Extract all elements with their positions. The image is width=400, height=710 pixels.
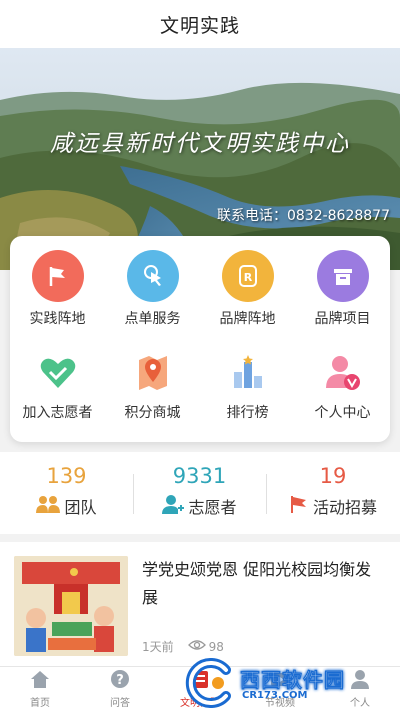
grid-item-points-mall[interactable]: 积分商城 — [105, 348, 200, 422]
eye-icon — [187, 639, 206, 654]
stat-teams[interactable]: 139 团队 — [0, 452, 133, 534]
grid-label: 积分商城 — [124, 405, 181, 421]
stat-value: 9331 — [172, 464, 227, 488]
page-title: 文明实践 — [159, 14, 240, 37]
grid-item-order-service[interactable]: 点单服务 — [105, 250, 200, 328]
watermark-text: 西西软件园 — [240, 668, 345, 693]
bar-chart-icon — [224, 348, 272, 396]
watermark-sub: CR173.COM — [242, 690, 308, 701]
red-flag-icon — [289, 494, 309, 518]
flag-icon — [31, 250, 84, 302]
box-icon — [316, 250, 369, 302]
handshake-heart-icon — [34, 348, 82, 396]
grid-label: 个人中心 — [314, 405, 371, 421]
stat-recruitment[interactable]: 19 活动招募 — [266, 452, 400, 534]
team-icon — [36, 494, 61, 518]
watermark-logo: 西西软件园 CR173.COM — [178, 658, 392, 708]
badge-r-icon: R — [221, 250, 274, 302]
grid-label: 实践阵地 — [29, 311, 86, 327]
tab-home[interactable]: 首页 — [0, 669, 80, 709]
stats-bar: 139 团队 9331 志愿者 19 活动招募 — [0, 452, 400, 534]
app-header: 文明实践 — [0, 0, 400, 48]
tap-icon — [126, 250, 179, 302]
stat-volunteers[interactable]: 9331 志愿者 — [133, 452, 266, 534]
svg-text:R: R — [243, 271, 252, 284]
news-title: 学党史颂党恩 促阳光校园均衡发展 — [142, 560, 372, 607]
grid-item-brand-project[interactable]: 品牌项目 — [295, 250, 390, 328]
grid-label: 加入志愿者 — [22, 405, 93, 421]
stat-value: 139 — [46, 464, 87, 488]
views-count: 98 — [208, 639, 224, 654]
banner-title: 咸远县新时代文明实践中心 — [50, 131, 350, 157]
stat-value: 19 — [319, 464, 347, 488]
grid-item-brand-base[interactable]: R 品牌阵地 — [200, 250, 295, 328]
news-meta: 1天前 98 — [142, 638, 224, 655]
question-icon: ? — [110, 669, 130, 693]
svg-text:?: ? — [116, 673, 124, 688]
grid-label: 品牌项目 — [314, 311, 371, 327]
grid-label: 排行榜 — [226, 405, 269, 421]
service-grid: 实践阵地 点单服务 R 品牌阵地 品牌项目 加入志愿者 积分商城 排行榜 个人中… — [10, 236, 390, 442]
grid-label: 品牌阵地 — [219, 311, 276, 327]
news-views: 98 — [187, 639, 224, 654]
watermark-c-icon — [185, 658, 231, 708]
stat-label: 团队 — [64, 498, 97, 517]
tab-qa[interactable]: ? 问答 — [80, 669, 160, 709]
news-thumbnail — [14, 556, 128, 656]
grid-item-join-volunteer[interactable]: 加入志愿者 — [10, 348, 105, 422]
tab-label: 问答 — [110, 698, 130, 709]
contact-phone: 联系电话：0832-8628877 — [216, 208, 390, 224]
news-time: 1天前 — [142, 640, 174, 654]
tab-label: 首页 — [30, 698, 50, 709]
grid-item-personal-center[interactable]: 个人中心 — [295, 348, 390, 422]
grid-item-practice-base[interactable]: 实践阵地 — [10, 250, 105, 328]
map-pin-icon — [129, 348, 177, 396]
home-icon — [29, 669, 51, 693]
news-item[interactable]: 学党史颂党恩 促阳光校园均衡发展 1天前 98 — [0, 542, 400, 668]
grid-label: 点单服务 — [124, 311, 181, 327]
person-v-icon — [319, 348, 367, 396]
volunteer-icon — [162, 494, 185, 518]
grid-item-leaderboard[interactable]: 排行榜 — [200, 348, 295, 422]
stat-label: 志愿者 — [188, 498, 237, 517]
stat-label: 活动招募 — [312, 498, 377, 517]
